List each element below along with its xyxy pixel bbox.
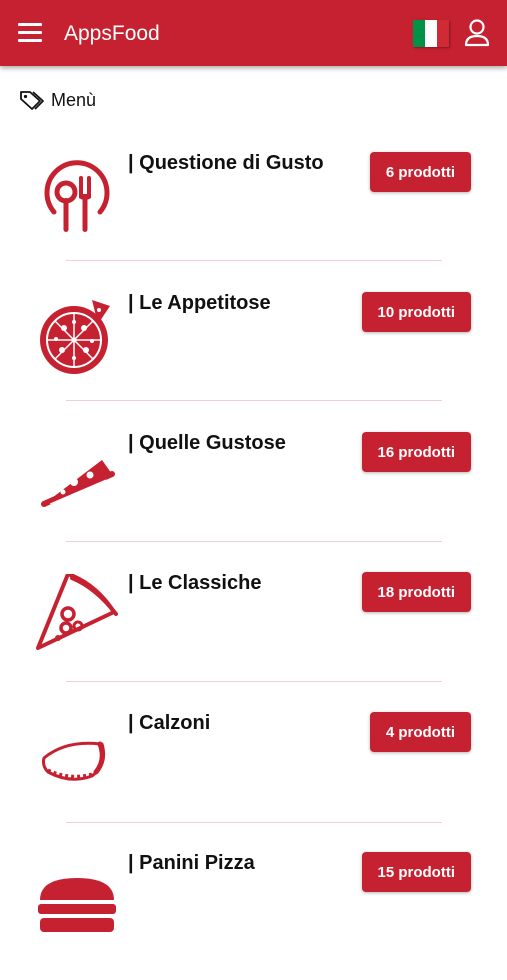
product-count-badge[interactable]: 15 prodotti bbox=[361, 852, 471, 892]
product-count-badge[interactable]: 18 prodotti bbox=[361, 572, 471, 612]
category-item[interactable]: | Calzoni 4 prodotti bbox=[0, 700, 507, 840]
calzone-icon bbox=[36, 714, 118, 796]
category-name: | Questione di Gusto bbox=[128, 152, 324, 174]
divider bbox=[66, 260, 442, 261]
app-bar: AppsFood bbox=[0, 0, 507, 66]
section-header: Menù bbox=[19, 88, 96, 112]
category-name: | Le Appetitose bbox=[128, 292, 271, 314]
pizza-slice-icon bbox=[36, 572, 118, 656]
product-count-badge[interactable]: 16 prodotti bbox=[361, 432, 471, 472]
category-item[interactable]: | Le Appetitose 10 prodotti bbox=[0, 280, 507, 420]
category-item[interactable]: | Panini Pizza 15 prodotti bbox=[0, 840, 507, 980]
pizza-slice-flat-icon bbox=[36, 434, 118, 516]
divider bbox=[66, 822, 442, 823]
category-name: | Calzoni bbox=[128, 712, 211, 734]
category-name: | Le Classiche bbox=[128, 572, 262, 594]
category-name: | Quelle Gustose bbox=[128, 432, 286, 454]
category-item[interactable]: | Quelle Gustose 16 prodotti bbox=[0, 420, 507, 560]
product-count-badge[interactable]: 4 prodotti bbox=[369, 712, 471, 752]
product-count-badge[interactable]: 6 prodotti bbox=[369, 152, 471, 192]
hamburger-menu-icon[interactable] bbox=[16, 19, 46, 47]
plate-fork-icon bbox=[36, 154, 118, 236]
tag-icon bbox=[20, 91, 44, 110]
category-name: | Panini Pizza bbox=[128, 852, 255, 874]
divider bbox=[66, 400, 442, 401]
section-title: Menù bbox=[51, 89, 97, 110]
divider bbox=[66, 541, 442, 542]
italian-flag-icon[interactable] bbox=[413, 20, 449, 47]
category-item[interactable]: | Questione di Gusto 6 prodotti bbox=[0, 140, 507, 280]
burger-icon bbox=[36, 854, 118, 936]
app-title: AppsFood bbox=[64, 22, 160, 45]
product-count-badge[interactable]: 10 prodotti bbox=[361, 292, 471, 332]
user-icon[interactable] bbox=[463, 18, 491, 48]
divider bbox=[66, 681, 442, 682]
category-item[interactable]: | Le Classiche 18 prodotti bbox=[0, 560, 507, 700]
whole-pizza-icon bbox=[36, 294, 118, 376]
